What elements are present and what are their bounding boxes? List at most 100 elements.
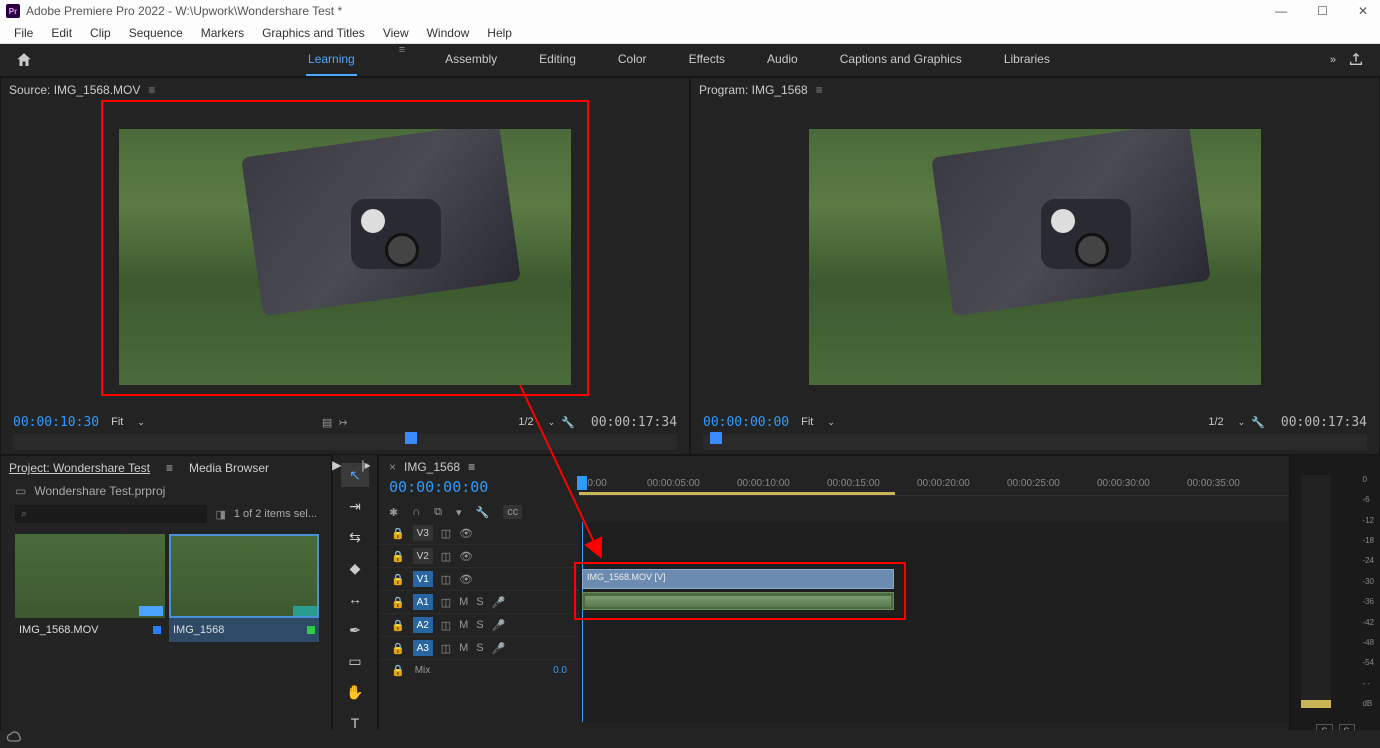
media-browser-tab[interactable]: Media Browser: [189, 461, 269, 475]
program-fit-dropdown[interactable]: Fit⌄: [795, 416, 841, 428]
menu-window[interactable]: Window: [419, 24, 478, 42]
marker-add-icon[interactable]: ▾: [456, 506, 462, 519]
ws-tab-libraries[interactable]: Libraries: [1002, 44, 1052, 76]
source-fit-dropdown[interactable]: Fit⌄: [105, 416, 151, 428]
sequence-tc[interactable]: 00:00:00:00: [389, 478, 488, 496]
project-tab-menu-icon[interactable]: ≡: [166, 461, 173, 475]
sync-lock-icon[interactable]: ◫: [441, 527, 451, 540]
track-a2[interactable]: A2: [413, 617, 433, 633]
rectangle-tool-icon[interactable]: ▭: [341, 649, 369, 673]
menu-file[interactable]: File: [6, 24, 41, 42]
close-button[interactable]: ✕: [1352, 4, 1374, 18]
source-insert-icon[interactable]: ↣: [338, 416, 347, 429]
lock-icon[interactable]: 🔒: [391, 642, 405, 655]
eye-icon[interactable]: 👁: [459, 550, 473, 563]
menu-clip[interactable]: Clip: [82, 24, 119, 42]
linked-sel-icon[interactable]: ⧉: [434, 506, 442, 519]
source-current-tc[interactable]: 00:00:10:30: [13, 415, 99, 430]
sync-lock-icon[interactable]: ◫: [441, 596, 451, 609]
menu-sequence[interactable]: Sequence: [121, 24, 191, 42]
mic-icon[interactable]: 🎤: [492, 596, 506, 609]
source-preview[interactable]: [119, 129, 571, 385]
close-tab-icon[interactable]: ×: [389, 460, 396, 474]
timeline-tracks[interactable]: :00:00 00:00:05:00 00:00:10:00 00:00:15:…: [579, 522, 1289, 722]
ws-tab-audio[interactable]: Audio: [765, 44, 800, 76]
ws-tab-editing[interactable]: Editing: [537, 44, 578, 76]
track-v1[interactable]: V1: [413, 571, 433, 587]
magnet-icon[interactable]: ∩: [412, 506, 420, 518]
sync-lock-icon[interactable]: ◫: [441, 550, 451, 563]
track-select-tool-icon[interactable]: ⇥: [341, 494, 369, 518]
work-area-bar[interactable]: [579, 492, 895, 495]
sequence-menu-icon[interactable]: ≡: [468, 460, 475, 474]
bin-item[interactable]: IMG_1568: [169, 534, 319, 642]
slip-tool-icon[interactable]: ↔: [341, 587, 369, 611]
mix-value[interactable]: 0.0: [553, 665, 567, 676]
track-v2[interactable]: V2: [413, 548, 433, 564]
playhead-line[interactable]: [582, 522, 583, 722]
solo-icon[interactable]: S: [476, 642, 483, 654]
project-search-input[interactable]: [15, 505, 207, 523]
mic-icon[interactable]: 🎤: [492, 642, 506, 655]
mute-icon[interactable]: M: [459, 596, 468, 608]
video-clip[interactable]: IMG_1568.MOV [V]: [582, 569, 894, 589]
sync-lock-icon[interactable]: ◫: [441, 619, 451, 632]
sync-lock-icon[interactable]: ◫: [441, 642, 451, 655]
source-scrub-bar[interactable]: [13, 434, 677, 450]
program-current-tc[interactable]: 00:00:00:00: [703, 415, 789, 430]
lock-icon[interactable]: 🔒: [391, 664, 405, 677]
eye-icon[interactable]: 👁: [459, 573, 473, 586]
source-ratio-dropdown[interactable]: 1/2⌄: [518, 416, 555, 428]
time-ruler[interactable]: :00:00 00:00:05:00 00:00:10:00 00:00:15:…: [579, 476, 1289, 496]
ripple-tool-icon[interactable]: ⇆: [341, 525, 369, 549]
menu-graphics[interactable]: Graphics and Titles: [254, 24, 373, 42]
ws-tab-color[interactable]: Color: [616, 44, 649, 76]
project-tab[interactable]: Project: Wondershare Test: [9, 461, 150, 475]
home-button[interactable]: [12, 48, 36, 72]
menu-help[interactable]: Help: [479, 24, 520, 42]
lock-icon[interactable]: 🔒: [391, 573, 405, 586]
ws-tab-menu-icon[interactable]: ≡: [399, 44, 405, 76]
play-icon[interactable]: ▶: [332, 458, 341, 472]
filter-icon[interactable]: ◨: [215, 508, 225, 521]
menu-view[interactable]: View: [375, 24, 417, 42]
solo-icon[interactable]: S: [476, 596, 483, 608]
solo-icon[interactable]: S: [476, 619, 483, 631]
pen-tool-icon[interactable]: ✒: [341, 618, 369, 642]
source-settings-icon[interactable]: 🔧: [561, 416, 575, 429]
maximize-button[interactable]: ☐: [1311, 4, 1334, 18]
ws-tab-assembly[interactable]: Assembly: [443, 44, 499, 76]
source-playhead[interactable]: [405, 432, 417, 444]
program-menu-icon[interactable]: ≡: [816, 83, 823, 97]
track-a1[interactable]: A1: [413, 594, 433, 610]
audio-clip[interactable]: [582, 592, 894, 610]
track-a3[interactable]: A3: [413, 640, 433, 656]
program-playhead[interactable]: [710, 432, 722, 444]
lock-icon[interactable]: 🔒: [391, 527, 405, 540]
program-ratio-dropdown[interactable]: 1/2⌄: [1208, 416, 1245, 428]
program-settings-icon[interactable]: 🔧: [1251, 416, 1265, 429]
ws-overflow-icon[interactable]: »: [1322, 54, 1344, 66]
ws-tab-effects[interactable]: Effects: [687, 44, 727, 76]
minimize-button[interactable]: —: [1269, 4, 1293, 18]
bin-item[interactable]: IMG_1568.MOV: [15, 534, 165, 642]
program-preview[interactable]: [809, 129, 1261, 385]
mic-icon[interactable]: 🎤: [492, 619, 506, 632]
menu-edit[interactable]: Edit: [43, 24, 80, 42]
ws-tab-captions[interactable]: Captions and Graphics: [838, 44, 964, 76]
sync-lock-icon[interactable]: ◫: [441, 573, 451, 586]
step-fwd-icon[interactable]: |▸: [361, 458, 370, 472]
snap-icon[interactable]: ✱: [389, 506, 398, 519]
lock-icon[interactable]: 🔒: [391, 619, 405, 632]
source-frame-icon[interactable]: ▤: [322, 416, 332, 429]
cc-icon[interactable]: cc: [503, 505, 522, 519]
lock-icon[interactable]: 🔒: [391, 550, 405, 563]
source-menu-icon[interactable]: ≡: [148, 83, 155, 97]
playhead-handle[interactable]: [577, 476, 587, 490]
sequence-tab[interactable]: IMG_1568: [404, 460, 460, 474]
creative-cloud-icon[interactable]: [6, 731, 22, 747]
hand-tool-icon[interactable]: ✋: [341, 680, 369, 704]
track-v3[interactable]: V3: [413, 525, 433, 541]
menu-markers[interactable]: Markers: [193, 24, 252, 42]
program-scrub-bar[interactable]: [703, 434, 1367, 450]
